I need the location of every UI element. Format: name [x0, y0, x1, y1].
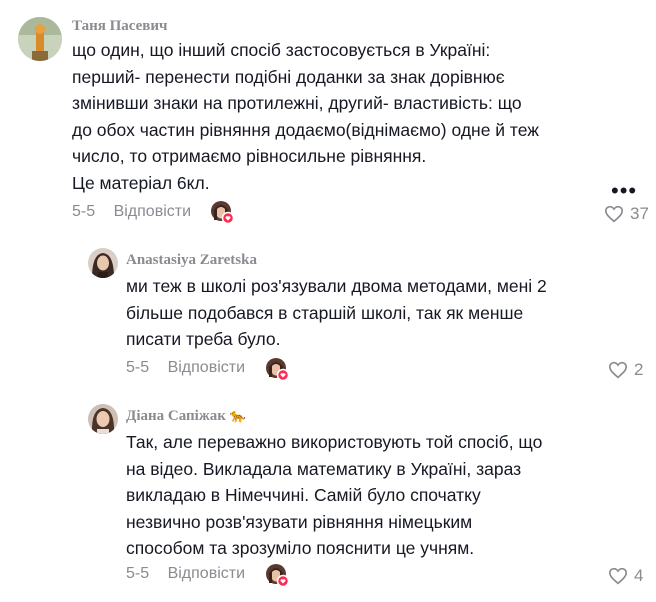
like-count: 4 [634, 566, 644, 585]
like-control[interactable]: 4 [608, 566, 643, 586]
comment-date: 5-5 [126, 359, 150, 376]
avatar[interactable] [88, 404, 118, 434]
comment-text: ми теж в школі роз'язували двома методам… [126, 276, 547, 349]
heart-outline-icon[interactable] [608, 361, 628, 379]
reply-button[interactable]: Відповісти [168, 359, 245, 376]
leopard-emoji: 🐆 [229, 409, 247, 424]
reply-button[interactable]: Відповісти [168, 565, 245, 582]
reply-button[interactable]: Відповісти [114, 203, 191, 220]
avatar[interactable] [88, 248, 118, 278]
like-count: 2 [634, 360, 644, 379]
more-options-icon[interactable]: ••• [611, 178, 637, 204]
avatar-image [88, 404, 118, 434]
avatar-image [18, 17, 62, 61]
username-text: Діана Сапіжак [126, 408, 226, 424]
creator-liked-badge [266, 358, 289, 381]
avatar[interactable] [18, 17, 62, 61]
comment-username[interactable]: Діана Сапіжак 🐆 [126, 408, 246, 425]
comment-username[interactable]: Таня Пасевич [72, 18, 168, 35]
like-control[interactable]: 2 [608, 360, 643, 380]
comment-date: 5-5 [126, 565, 150, 582]
creator-liked-badge [266, 564, 289, 587]
like-control[interactable]: 37 [604, 204, 649, 224]
heart-outline-icon[interactable] [604, 205, 624, 223]
like-count: 37 [630, 204, 649, 223]
avatar-image [88, 248, 118, 278]
comment-username[interactable]: Anastasiya Zaretska [126, 252, 257, 269]
comment-text: Так, але переважно використовують той сп… [126, 432, 543, 558]
creator-liked-badge [211, 201, 234, 224]
comment-meta: 5-5 Відповісти [126, 565, 245, 583]
comment-text: що один, що інший спосіб застосовується … [72, 40, 539, 193]
comment-meta: 5-5 Відповісти [126, 359, 245, 377]
comment-meta: 5-5 Відповісти [72, 203, 191, 221]
heart-outline-icon[interactable] [608, 567, 628, 585]
comment-date: 5-5 [72, 203, 96, 220]
